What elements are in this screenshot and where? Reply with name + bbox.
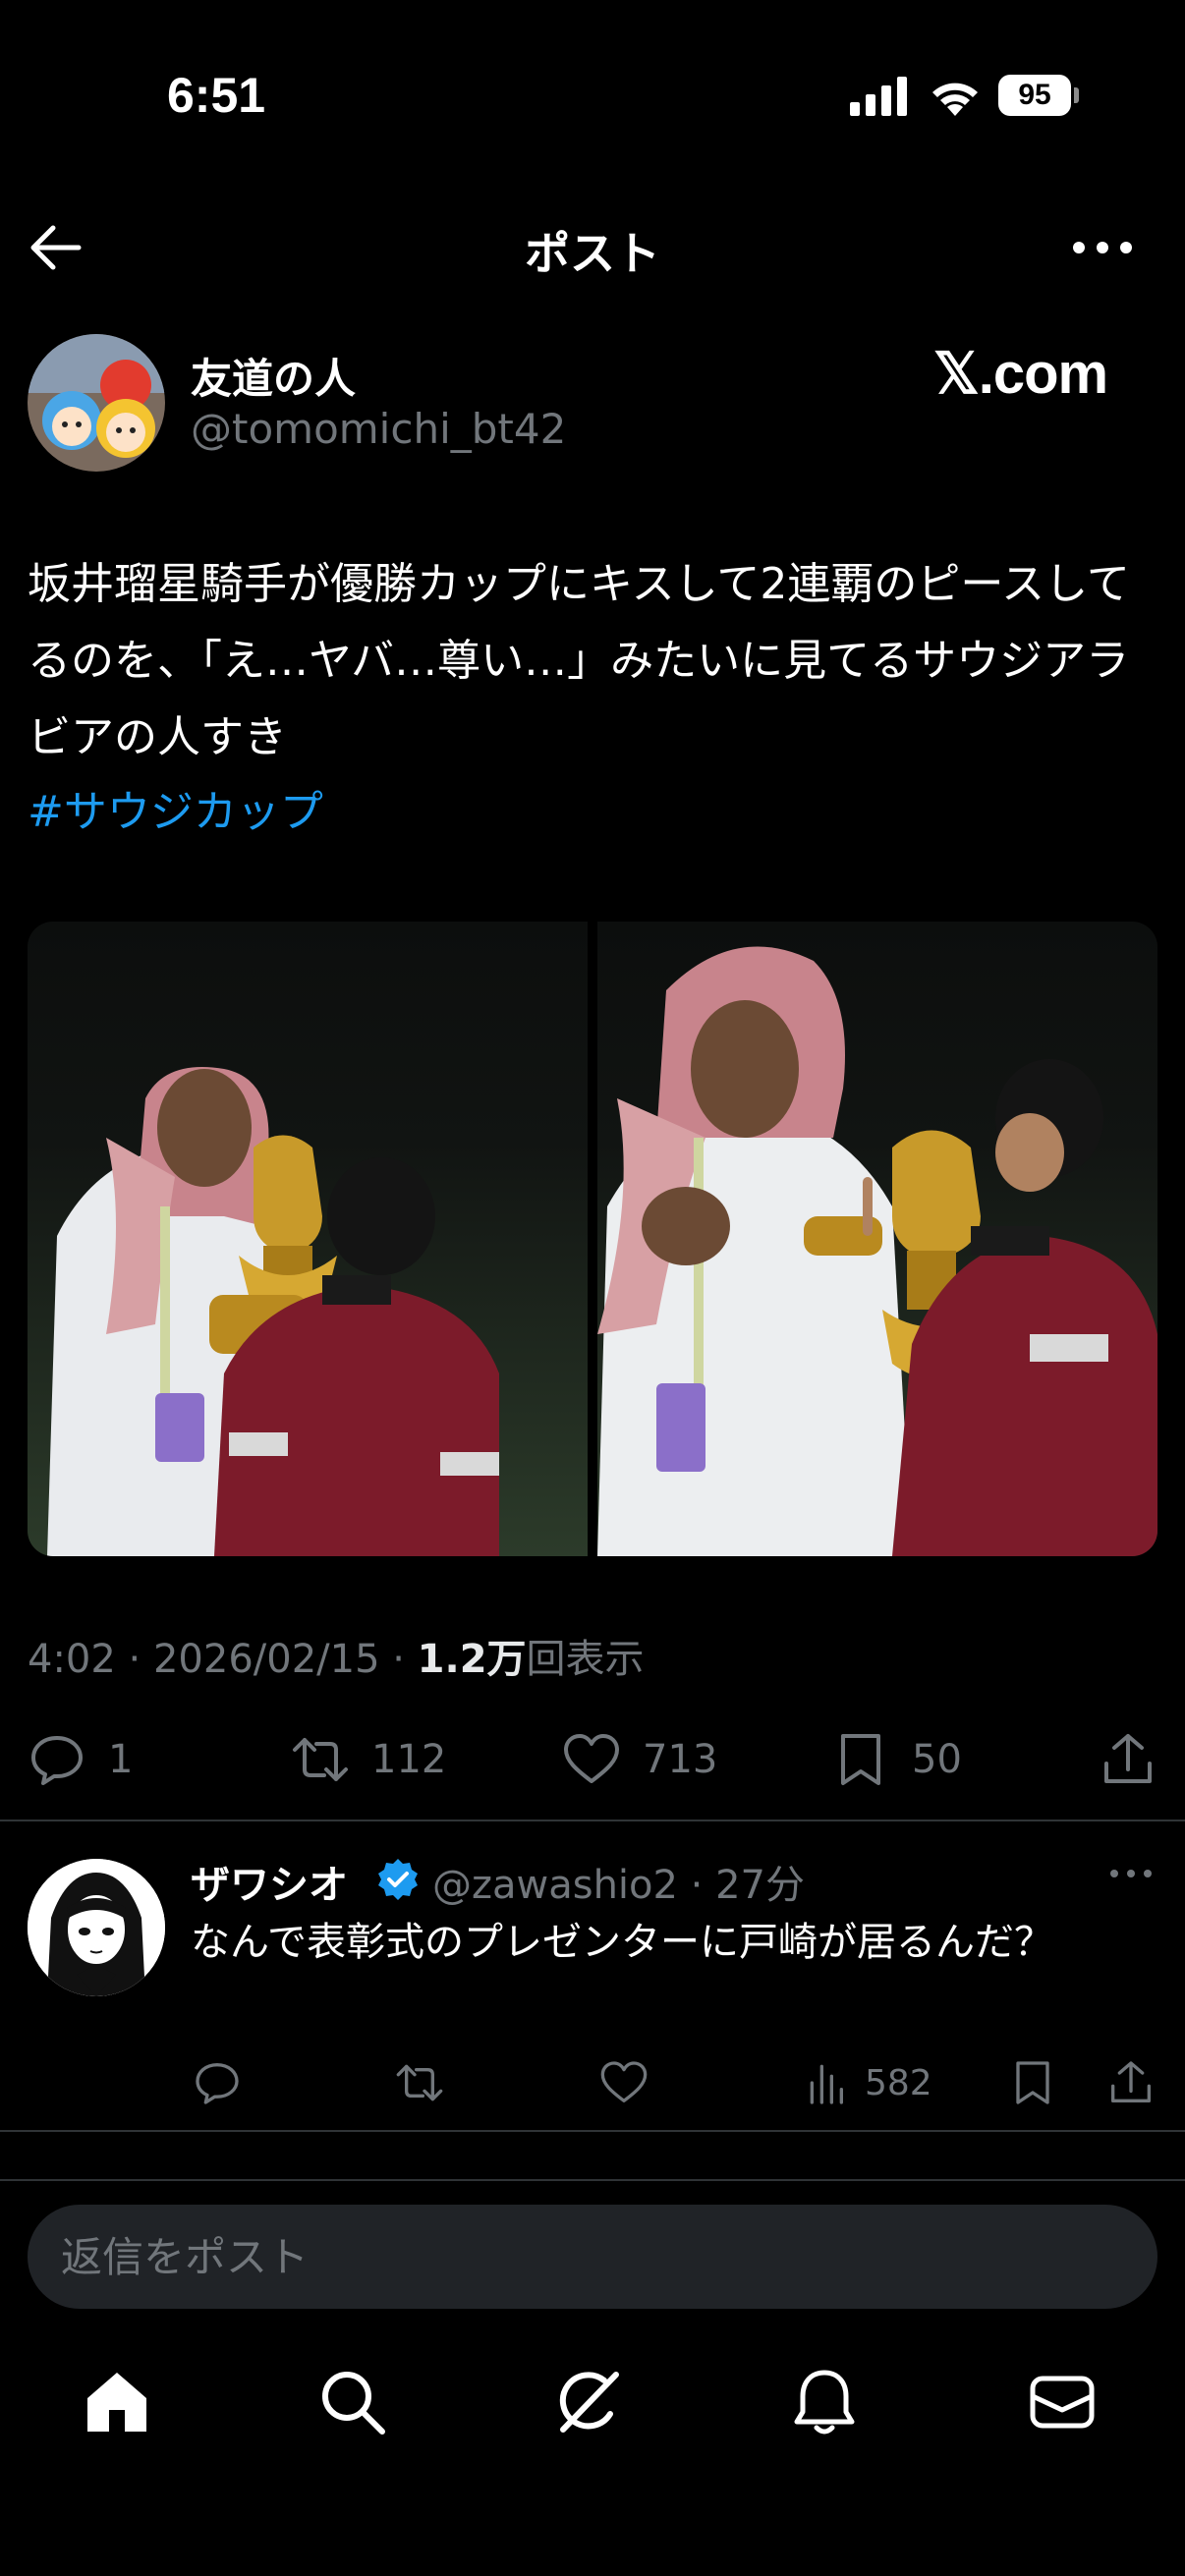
reply-view-count: 582 [865,2062,932,2103]
reply-more-icon[interactable] [1108,1859,1154,1888]
like-button[interactable]: 713 [562,1725,717,1794]
heart-icon [564,1734,619,1783]
notifications-icon [794,2370,855,2435]
home-icon [87,2373,146,2432]
tab-grok[interactable] [544,2358,633,2446]
battery-level: 95 [998,75,1071,116]
battery-indicator: 95 [998,75,1079,116]
divider [0,1820,1185,1821]
view-count[interactable]: 1.2万 [418,1637,527,1682]
status-bar: 6:51 95 [0,0,1185,196]
reply-icon [31,1736,83,1785]
tab-messages[interactable] [1018,2358,1106,2446]
reply-icon [196,2063,239,2104]
author-handle[interactable]: @tomomichi_bt42 [191,405,566,453]
reply-composer[interactable] [28,2205,1157,2309]
photo-2[interactable] [597,922,1157,1556]
reply-views-button[interactable]: 582 [804,2053,932,2112]
reply-handle-time[interactable]: @zawashio2 · 27分 [432,1853,805,1910]
divider [0,2130,1185,2132]
author-name[interactable]: 友道の人 [191,346,356,406]
cellular-signal-icon [850,77,907,116]
battery-nub [1074,87,1079,103]
analytics-icon [810,2064,843,2104]
repost-count: 112 [371,1737,447,1782]
reply-repost-button[interactable] [395,2053,444,2112]
bottom-tab-bar [0,2358,1185,2466]
reply-reply-button[interactable] [193,2053,242,2112]
share-icon [1104,1734,1152,1783]
wifi-icon [932,83,978,116]
post-meta: 4:02 · 2026/02/15 · 1.2万回表示 [28,1627,645,1684]
view-label: 回表示 [526,1637,645,1682]
x-watermark: 𝕏.com [933,342,1108,406]
share-button[interactable] [1099,1725,1157,1794]
post-media [28,922,1157,1556]
reply-like-button[interactable] [599,2053,649,2112]
grok-icon [559,2372,619,2433]
bookmark-count: 50 [912,1737,962,1782]
tab-home[interactable] [73,2358,161,2446]
repost-button[interactable]: 112 [291,1725,446,1794]
heart-icon [600,2061,648,2102]
post-timestamp: 4:02 · 2026/02/15 · [28,1637,418,1682]
reply-button[interactable]: 1 [28,1725,133,1794]
more-options-icon[interactable] [1071,220,1134,275]
reply-text: なんで表彰式のプレゼンターに戸崎が居るんだ？ [191,1920,1053,1965]
reply-avatar[interactable] [28,1859,165,1996]
reply-input[interactable] [61,2205,1122,2309]
share-icon [1111,2061,1151,2102]
bookmark-icon [841,1734,880,1785]
bookmark-button[interactable]: 50 [831,1725,962,1794]
messages-icon [1030,2376,1095,2429]
verified-badge-icon [378,1859,418,1900]
search-icon [322,2372,385,2435]
post-action-bar: 1 112 713 50 [0,1725,1185,1794]
bookmark-icon [1016,2061,1049,2104]
reply-share-button[interactable] [1106,2053,1156,2112]
reply-bookmark-button[interactable] [1008,2053,1057,2112]
status-time: 6:51 [167,68,266,123]
tab-search[interactable] [309,2358,397,2446]
reply-author-name[interactable]: ザワシオ [191,1853,348,1910]
post-header: ポスト [0,196,1185,299]
hashtag-link[interactable]: #サウジカップ [28,776,323,839]
tab-notifications[interactable] [780,2358,869,2446]
page-title: ポスト [525,227,660,280]
home-indicator [418,2537,767,2548]
divider [0,2179,1185,2181]
reply-action-bar: 582 [0,2053,1185,2112]
reply-count: 1 [108,1737,134,1782]
author-avatar[interactable] [28,334,165,472]
post-text: 坂井瑠星騎手が優勝カップにキスして2連覇のピースしてるのを、「え…ヤバ…尊い…」… [28,559,1130,762]
repost-icon [293,1738,348,1781]
photo-1[interactable] [28,922,588,1556]
like-count: 713 [643,1737,718,1782]
repost-icon [396,2064,443,2101]
